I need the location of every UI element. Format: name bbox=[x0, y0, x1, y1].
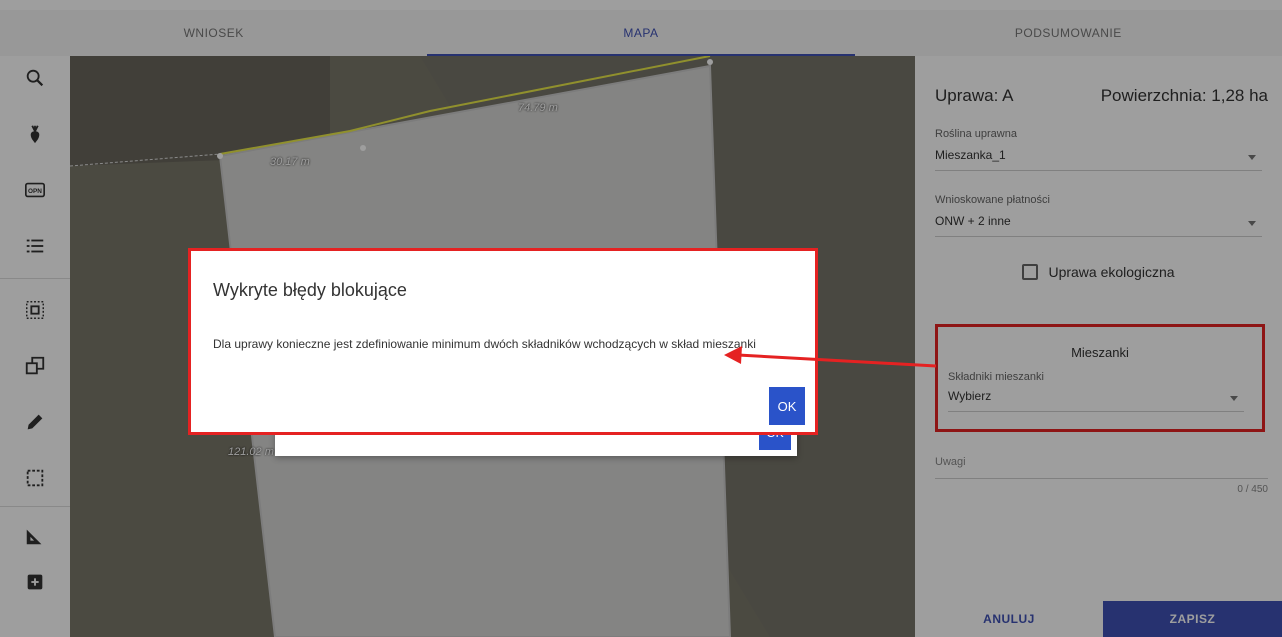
mix-title: Mieszanki bbox=[1071, 345, 1129, 360]
vertex-marker[interactable] bbox=[217, 153, 223, 159]
mix-value: Wybierz bbox=[948, 389, 992, 403]
search-tool[interactable] bbox=[0, 58, 70, 98]
distance-label: 74.79 m bbox=[518, 102, 558, 114]
notes-label: Uwagi bbox=[935, 456, 966, 468]
list-tool[interactable] bbox=[0, 226, 70, 266]
rectangle-select-icon bbox=[26, 469, 44, 487]
vertex-marker[interactable] bbox=[360, 145, 366, 151]
opn-tool[interactable]: OPN bbox=[0, 170, 70, 210]
crop-panel: Uprawa: A Powierzchnia: 1,28 ha Roślina … bbox=[915, 64, 1282, 637]
measure-tool[interactable] bbox=[0, 516, 70, 556]
opn-icon: OPN bbox=[25, 182, 45, 198]
crop-icon bbox=[30, 125, 40, 144]
mix-section: Mieszanki Składniki mieszanki Wybierz bbox=[935, 324, 1265, 432]
crop-title: Uprawa: A bbox=[935, 86, 1014, 105]
panel-header: Uprawa: A Powierzchnia: 1,28 ha bbox=[935, 86, 1268, 106]
dialog-message: Dla uprawy konieczne jest zdefiniowanie … bbox=[213, 337, 756, 351]
eco-checkbox[interactable] bbox=[1022, 264, 1039, 280]
mix-components-select[interactable]: Składniki mieszanki Wybierz bbox=[948, 371, 1244, 412]
copy-icon bbox=[25, 356, 45, 375]
distance-label: 121.02 m bbox=[228, 446, 274, 458]
plant-label: Roślina uprawna bbox=[935, 128, 1017, 140]
chevron-down-icon bbox=[1248, 155, 1256, 160]
toolbar-divider bbox=[0, 506, 70, 507]
tab-wniosek[interactable]: WNIOSEK bbox=[0, 10, 427, 56]
chevron-down-icon bbox=[1248, 221, 1256, 226]
draw-tool[interactable] bbox=[0, 402, 70, 442]
copy-tool[interactable] bbox=[0, 346, 70, 386]
error-dialog: Wykryte błędy blokujące Dla uprawy konie… bbox=[188, 248, 818, 435]
tab-bar: WNIOSEK MAPA PODSUMOWANIE bbox=[0, 10, 1282, 56]
eco-label: Uprawa ekologiczna bbox=[1048, 264, 1175, 280]
app: WNIOSEK MAPA PODSUMOWANIE OPN 74.79 m 30… bbox=[0, 0, 1282, 637]
tab-mapa[interactable]: MAPA bbox=[427, 10, 855, 56]
add-icon bbox=[27, 574, 43, 590]
payments-value: ONW + 2 inne bbox=[935, 214, 1011, 228]
payments-label: Wnioskowane płatności bbox=[935, 194, 1050, 206]
search-icon bbox=[26, 69, 44, 87]
area-value: Powierzchnia: 1,28 ha bbox=[1100, 86, 1268, 105]
distance-label: 30.17 m bbox=[270, 156, 310, 168]
plant-value: Mieszanka_1 bbox=[935, 148, 1006, 162]
dialog-title: Wykryte błędy blokujące bbox=[213, 280, 407, 300]
vertex-marker[interactable] bbox=[707, 59, 713, 65]
panel-actions: ANULUJ ZAPISZ bbox=[915, 601, 1282, 637]
notes-counter: 0 / 450 bbox=[1237, 484, 1268, 495]
plant-select[interactable]: Roślina uprawna Mieszanka_1 bbox=[935, 128, 1262, 171]
select-area-tool[interactable] bbox=[0, 290, 70, 330]
tab-podsumowanie[interactable]: PODSUMOWANIE bbox=[855, 10, 1282, 56]
pencil-icon bbox=[27, 414, 43, 430]
notes-field[interactable]: Uwagi bbox=[935, 456, 1268, 479]
map-toolbar: OPN bbox=[0, 56, 70, 637]
cancel-button[interactable]: ANULUJ bbox=[915, 601, 1103, 637]
select-area-icon bbox=[26, 301, 44, 319]
rectangle-select-tool[interactable] bbox=[0, 458, 70, 498]
crop-tool[interactable] bbox=[0, 114, 70, 154]
chevron-down-icon bbox=[1230, 396, 1238, 401]
ok-button[interactable]: OK bbox=[769, 387, 805, 425]
measure-icon bbox=[26, 529, 42, 545]
opn-label: OPN bbox=[28, 188, 42, 195]
toolbar-divider bbox=[0, 278, 70, 279]
save-button[interactable]: ZAPISZ bbox=[1103, 601, 1282, 637]
add-tool[interactable] bbox=[0, 562, 70, 602]
eco-checkbox-row[interactable]: Uprawa ekologiczna bbox=[915, 264, 1282, 280]
mix-label: Składniki mieszanki bbox=[948, 371, 1044, 383]
payments-select[interactable]: Wnioskowane płatności ONW + 2 inne bbox=[935, 194, 1262, 237]
list-icon bbox=[26, 239, 44, 253]
